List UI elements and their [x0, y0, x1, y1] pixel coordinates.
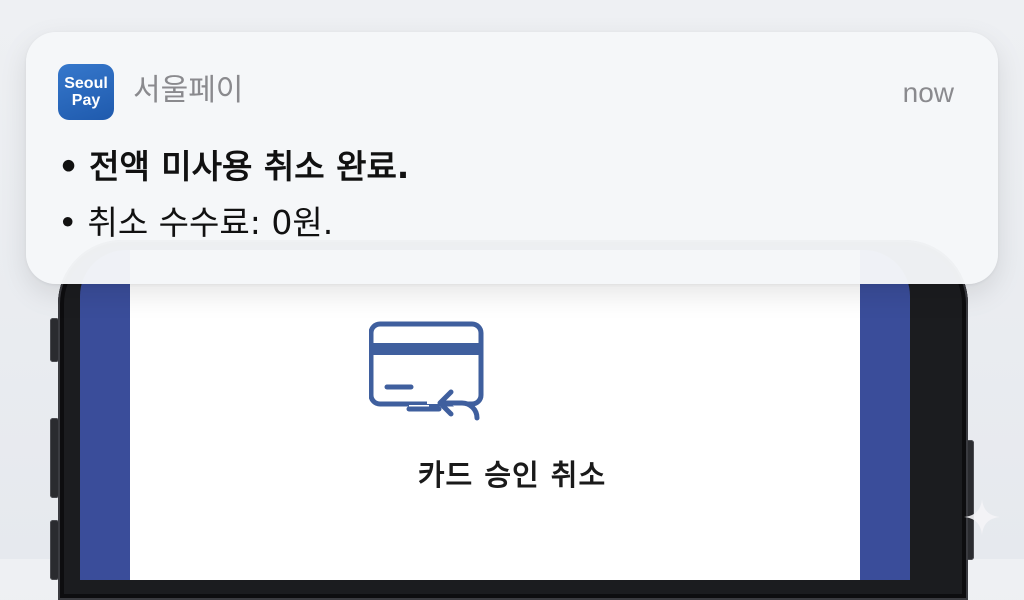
app-icon-text-top: Seoul	[64, 75, 108, 92]
message-text: 전액 미사용 취소 완료.	[89, 147, 410, 186]
notification-message-line: • 전액 미사용 취소 완료.	[58, 147, 409, 187]
notification-timestamp: now	[902, 77, 954, 108]
notification-app-name: 서울페이	[133, 73, 244, 108]
bullet: •	[58, 203, 78, 242]
app-icon-text-bottom: Pay	[71, 92, 101, 109]
message-text: 취소 수수료: 0원.	[87, 203, 334, 242]
notification-banner[interactable]: Seoul Pay 서울페이 now • 전액 미사용 취소 완료. • 취소 수수…	[26, 32, 998, 284]
seoul-pay-app-icon: Seoul Pay	[58, 64, 114, 120]
phone-screen	[80, 250, 910, 580]
notification-message-line: • 취소 수수료: 0원.	[58, 203, 333, 243]
card-cancel-icon	[369, 321, 484, 421]
card-approval-cancel-title: 카드 승인 취소	[417, 458, 607, 492]
sparkle-icon	[964, 499, 1000, 535]
screen-content	[130, 250, 860, 580]
bullet: •	[58, 147, 80, 186]
